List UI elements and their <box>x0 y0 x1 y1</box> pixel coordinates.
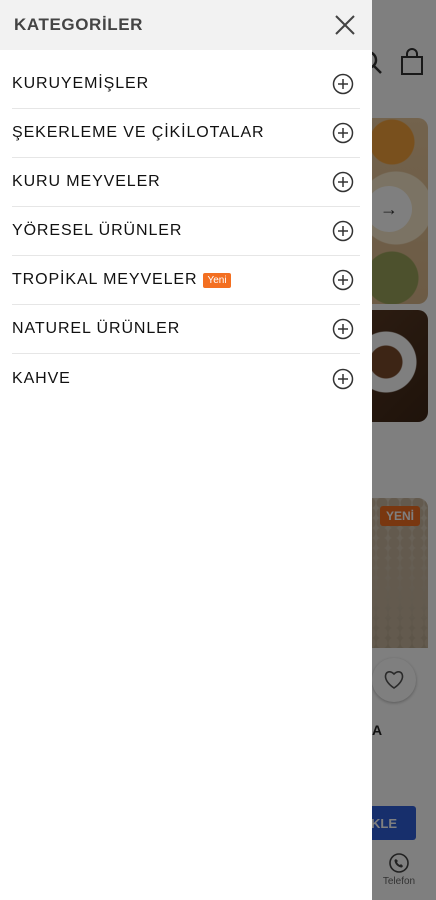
plus-circle-icon <box>332 318 354 340</box>
expand-button[interactable] <box>332 368 354 390</box>
category-label-group: YÖRESEL ÜRÜNLER <box>12 222 182 240</box>
category-label: NATUREL ÜRÜNLER <box>12 320 181 337</box>
category-item[interactable]: KURU MEYVELER <box>12 158 360 207</box>
category-list: KURUYEMİŞLER ŞEKERLEME VE ÇİKİLOTALAR KU… <box>0 50 372 403</box>
category-label-group: NATUREL ÜRÜNLER <box>12 320 180 338</box>
category-label: KAHVE <box>12 369 71 387</box>
category-item[interactable]: NATUREL ÜRÜNLER <box>12 305 360 354</box>
drawer-title: KATEGORİLER <box>14 15 144 34</box>
category-label-group: KURUYEMİŞLER <box>12 75 149 93</box>
category-new-badge: Yeni <box>203 272 231 288</box>
plus-circle-icon <box>332 171 354 193</box>
expand-button[interactable] <box>332 220 354 242</box>
category-label: YÖRESEL ÜRÜNLER <box>12 222 183 239</box>
plus-circle-icon <box>332 122 354 144</box>
category-label-group: KAHVE <box>12 370 71 388</box>
close-button[interactable] <box>332 12 358 38</box>
category-label-group: KURU MEYVELER <box>12 173 161 191</box>
plus-circle-icon <box>332 269 354 291</box>
category-label-group: ŞEKERLEME VE ÇİKİLOTALAR <box>12 124 265 142</box>
plus-circle-icon <box>332 368 354 389</box>
category-label: TROPİKAL MEYVELER <box>12 271 198 288</box>
expand-button[interactable] <box>332 171 354 193</box>
category-item[interactable]: KAHVE <box>12 354 360 403</box>
category-label: KURU MEYVELER <box>12 173 161 190</box>
category-item[interactable]: KURUYEMİŞLER <box>12 60 360 109</box>
expand-button[interactable] <box>332 73 354 95</box>
expand-button[interactable] <box>332 269 354 291</box>
category-item[interactable]: YÖRESEL ÜRÜNLER <box>12 207 360 256</box>
drawer-header: KATEGORİLER <box>0 0 372 50</box>
expand-button[interactable] <box>332 122 354 144</box>
category-label: ŞEKERLEME VE ÇİKİLOTALAR <box>12 124 265 141</box>
category-label: KURUYEMİŞLER <box>12 75 150 92</box>
plus-circle-icon <box>332 73 354 95</box>
close-icon <box>335 15 355 35</box>
expand-button[interactable] <box>332 318 354 340</box>
plus-circle-icon <box>332 220 354 242</box>
category-drawer: KATEGORİLER KURUYEMİŞLER ŞEKERLEME VE Çİ… <box>0 0 372 900</box>
category-item[interactable]: ŞEKERLEME VE ÇİKİLOTALAR <box>12 109 360 158</box>
category-label-group: TROPİKAL MEYVELER Yeni <box>12 271 231 289</box>
category-item[interactable]: TROPİKAL MEYVELER Yeni <box>12 256 360 305</box>
